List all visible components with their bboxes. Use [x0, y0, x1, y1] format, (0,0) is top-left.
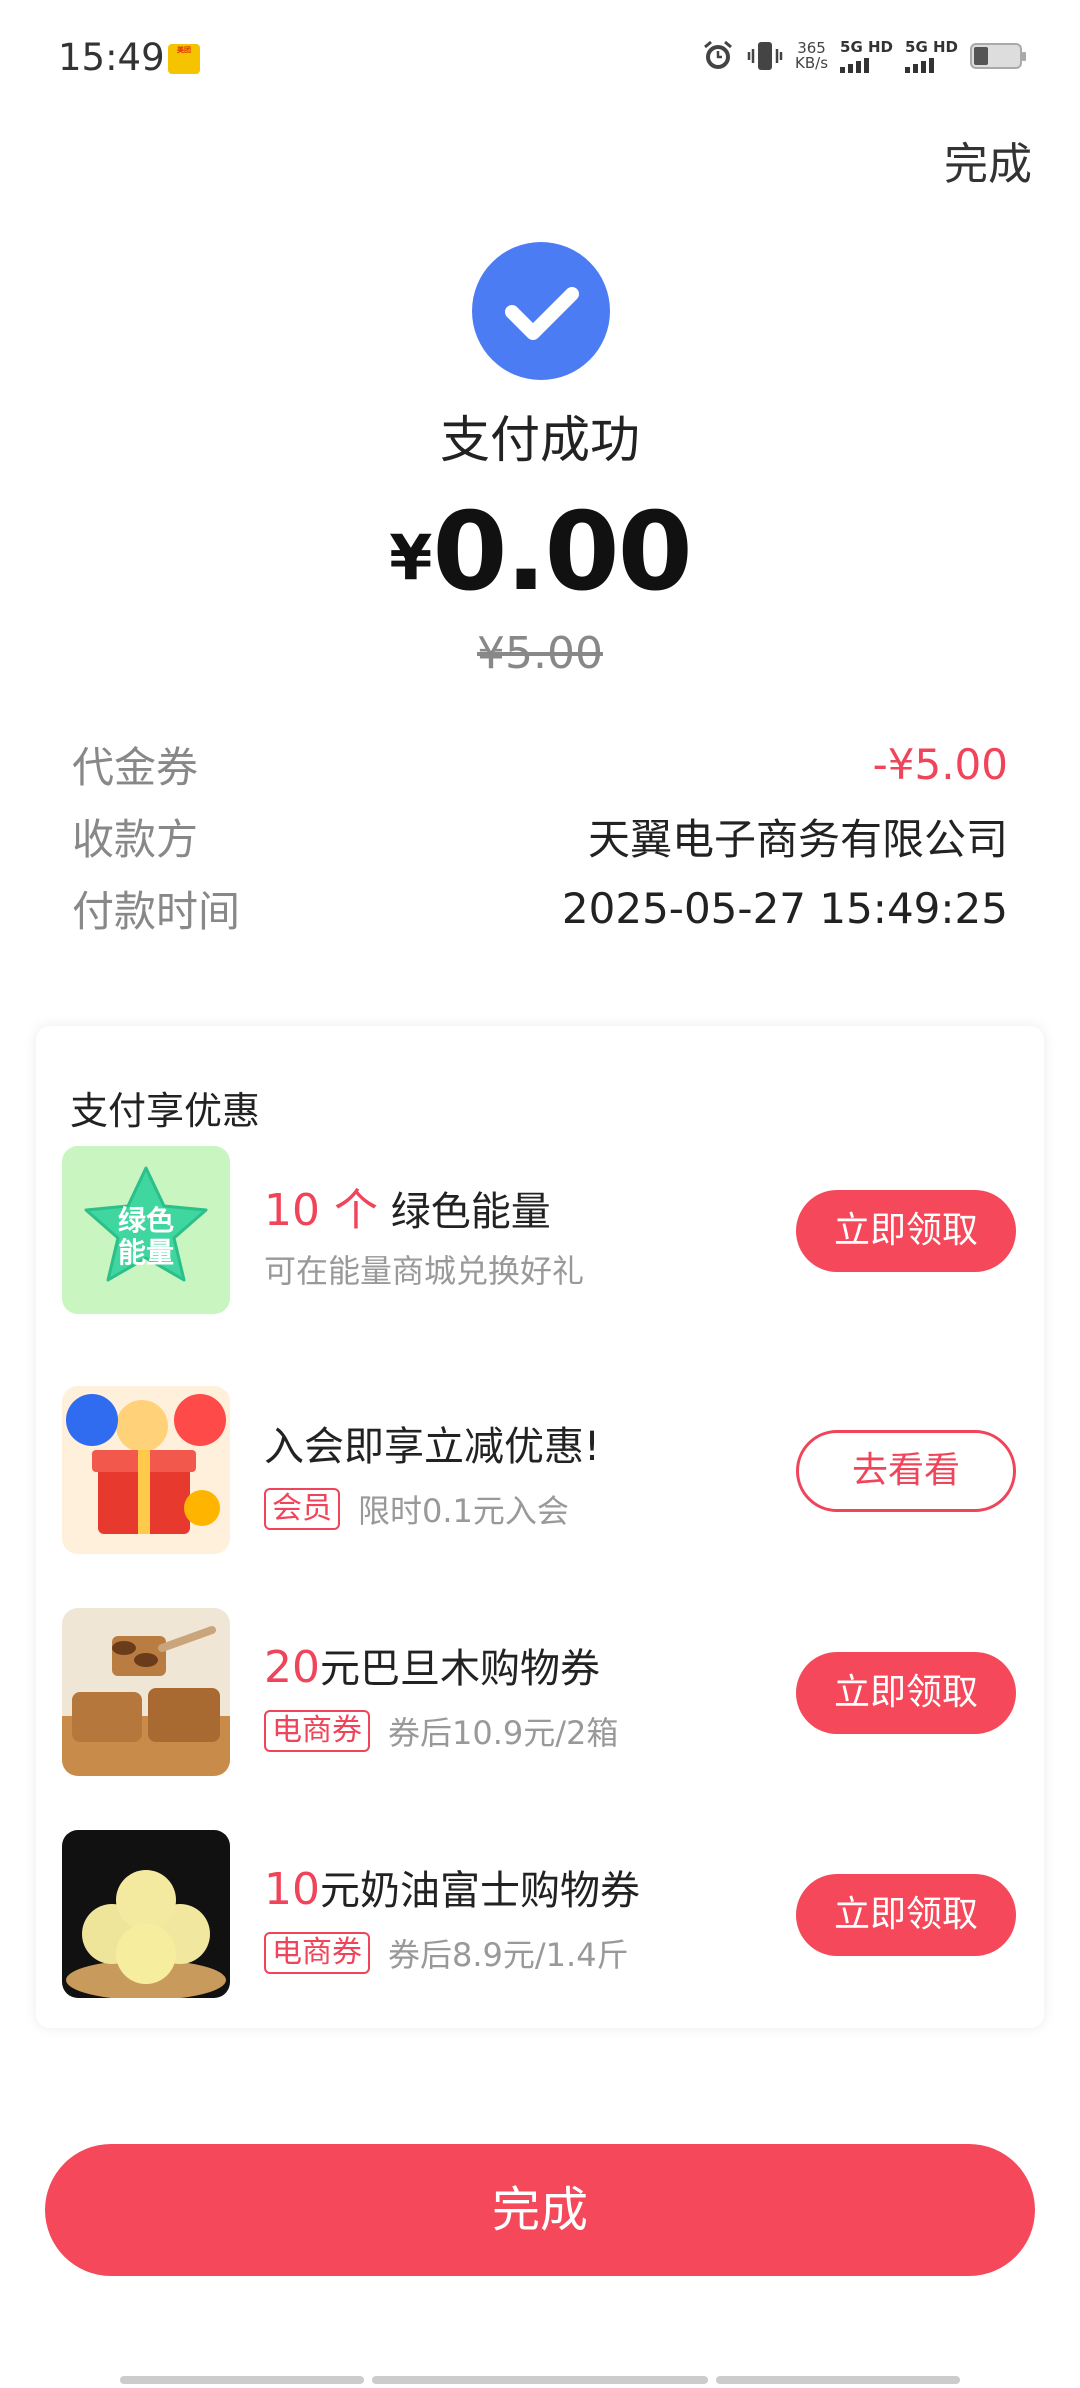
promo-text: 元巴旦木购物券 — [320, 1646, 600, 1692]
apple-thumb — [62, 1830, 230, 1998]
detail-key: 付款时间 — [72, 886, 241, 936]
promo-highlight: 10 个 — [264, 1185, 378, 1236]
gift-box-thumb — [62, 1386, 230, 1554]
promo-card: 支付享优惠 绿色 能量 10 个 绿色能量 可在能量商城兑换好礼 立即领取 入会… — [36, 1026, 1044, 2028]
battery-icon — [970, 43, 1026, 69]
original-amount: ¥5.00 — [477, 628, 603, 679]
promo-text: 绿色能量 — [377, 1189, 551, 1235]
svg-text:能量: 能量 — [118, 1236, 174, 1269]
signal-bars-icon — [905, 57, 958, 73]
network-speed-unit: KB/s — [795, 54, 829, 72]
promo-title: 10元奶油富士购物券 — [264, 1858, 640, 1916]
currency-symbol: ¥ — [389, 521, 433, 594]
promo-subtitle: 券后10.9元/2箱 — [388, 1714, 619, 1752]
ecommerce-coupon-tag: 电商券 — [264, 1932, 370, 1974]
ecommerce-coupon-tag: 电商券 — [264, 1710, 370, 1752]
view-button[interactable]: 去看看 — [796, 1430, 1016, 1512]
green-energy-star-icon: 绿色 能量 — [62, 1146, 230, 1314]
member-tag: 会员 — [264, 1488, 340, 1530]
detail-row-voucher: 代金券 -¥5.00 — [72, 734, 1008, 794]
paid-amount: ¥0.00 — [0, 490, 1080, 615]
detail-row-payee: 收款方 天翼电子商务有限公司 — [72, 806, 1008, 866]
detail-row-time: 付款时间 2025-05-27 15:49:25 — [72, 878, 1008, 938]
detail-value: 2025-05-27 15:49:25 — [561, 883, 1008, 933]
promo-title: 20元巴旦木购物券 — [264, 1636, 600, 1694]
status-icons: 365 KB/s 5G HD 5G HD — [701, 36, 1026, 76]
alarm-icon — [704, 40, 732, 69]
claim-button[interactable]: 立即领取 — [796, 1652, 1016, 1734]
detail-value: 天翼电子商务有限公司 — [587, 814, 1008, 864]
amount-value: 0.00 — [432, 490, 692, 615]
promo-title: 10 个 绿色能量 — [264, 1174, 551, 1238]
promo-subtitle: 可在能量商城兑换好礼 — [264, 1252, 585, 1290]
promo-highlight: 20 — [264, 1642, 320, 1693]
status-bar: 15:49 美团 365 KB/s 5G HD 5G HD — [0, 0, 1080, 110]
sim2-signal: 5G HD — [905, 37, 958, 73]
promo-subtitle-row: 可在能量商城兑换好礼 — [264, 1246, 584, 1292]
promo-subtitle: 券后8.9元/1.4斤 — [388, 1936, 629, 1974]
app-badge-label: 美团 — [177, 46, 191, 54]
promo-subtitle-row: 电商券 券后10.9元/2箱 — [264, 1708, 618, 1754]
meituan-app-icon: 美团 — [168, 44, 200, 74]
status-time: 15:49 — [58, 36, 165, 79]
gesture-nav-bar[interactable] — [120, 2376, 960, 2384]
vibrate-icon — [747, 42, 783, 70]
apple-photo-icon — [62, 1830, 230, 1998]
detail-value: -¥5.00 — [872, 739, 1008, 789]
promo-item-apple-coupon[interactable]: 10元奶油富士购物券 电商券 券后8.9元/1.4斤 立即领取 — [36, 1830, 1044, 2000]
promo-text: 元奶油富士购物券 — [320, 1868, 640, 1914]
svg-text:绿色: 绿色 — [118, 1204, 174, 1237]
done-button[interactable]: 完成 — [45, 2144, 1035, 2276]
network-speed: 365 KB/s — [795, 41, 828, 71]
header-done-button[interactable]: 完成 — [944, 128, 1032, 192]
promo-text: 入会即享立减优惠! — [264, 1424, 601, 1470]
sim2-label: 5G HD — [905, 37, 958, 56]
claim-button[interactable]: 立即领取 — [796, 1190, 1016, 1272]
almond-snack-thumb — [62, 1608, 230, 1776]
claim-button[interactable]: 立即领取 — [796, 1874, 1016, 1956]
promo-item-almond-coupon[interactable]: 20元巴旦木购物券 电商券 券后10.9元/2箱 立即领取 — [36, 1608, 1044, 1778]
promo-subtitle-row: 会员 限时0.1元入会 — [264, 1486, 569, 1532]
detail-key: 收款方 — [72, 814, 199, 864]
promo-title: 入会即享立减优惠! — [264, 1414, 600, 1472]
green-energy-thumb: 绿色 能量 — [62, 1146, 230, 1314]
detail-key: 代金券 — [72, 742, 199, 792]
success-check-icon — [472, 242, 610, 380]
promo-card-title: 支付享优惠 — [70, 1089, 261, 1133]
sim1-signal: 5G HD — [840, 37, 894, 73]
almond-snack-photo-icon — [62, 1608, 230, 1776]
promo-subtitle-row: 电商券 券后8.9元/1.4斤 — [264, 1930, 629, 1976]
signal-bars-icon — [840, 57, 893, 73]
promo-item-green-energy[interactable]: 绿色 能量 10 个 绿色能量 可在能量商城兑换好礼 立即领取 — [36, 1146, 1044, 1316]
promo-subtitle: 限时0.1元入会 — [358, 1492, 569, 1530]
gift-box-icon — [62, 1386, 230, 1554]
payment-status-title: 支付成功 — [440, 411, 640, 469]
sim1-label: 5G HD — [840, 37, 894, 56]
promo-item-membership[interactable]: 入会即享立减优惠! 会员 限时0.1元入会 去看看 — [36, 1386, 1044, 1556]
promo-highlight: 10 — [264, 1864, 320, 1915]
